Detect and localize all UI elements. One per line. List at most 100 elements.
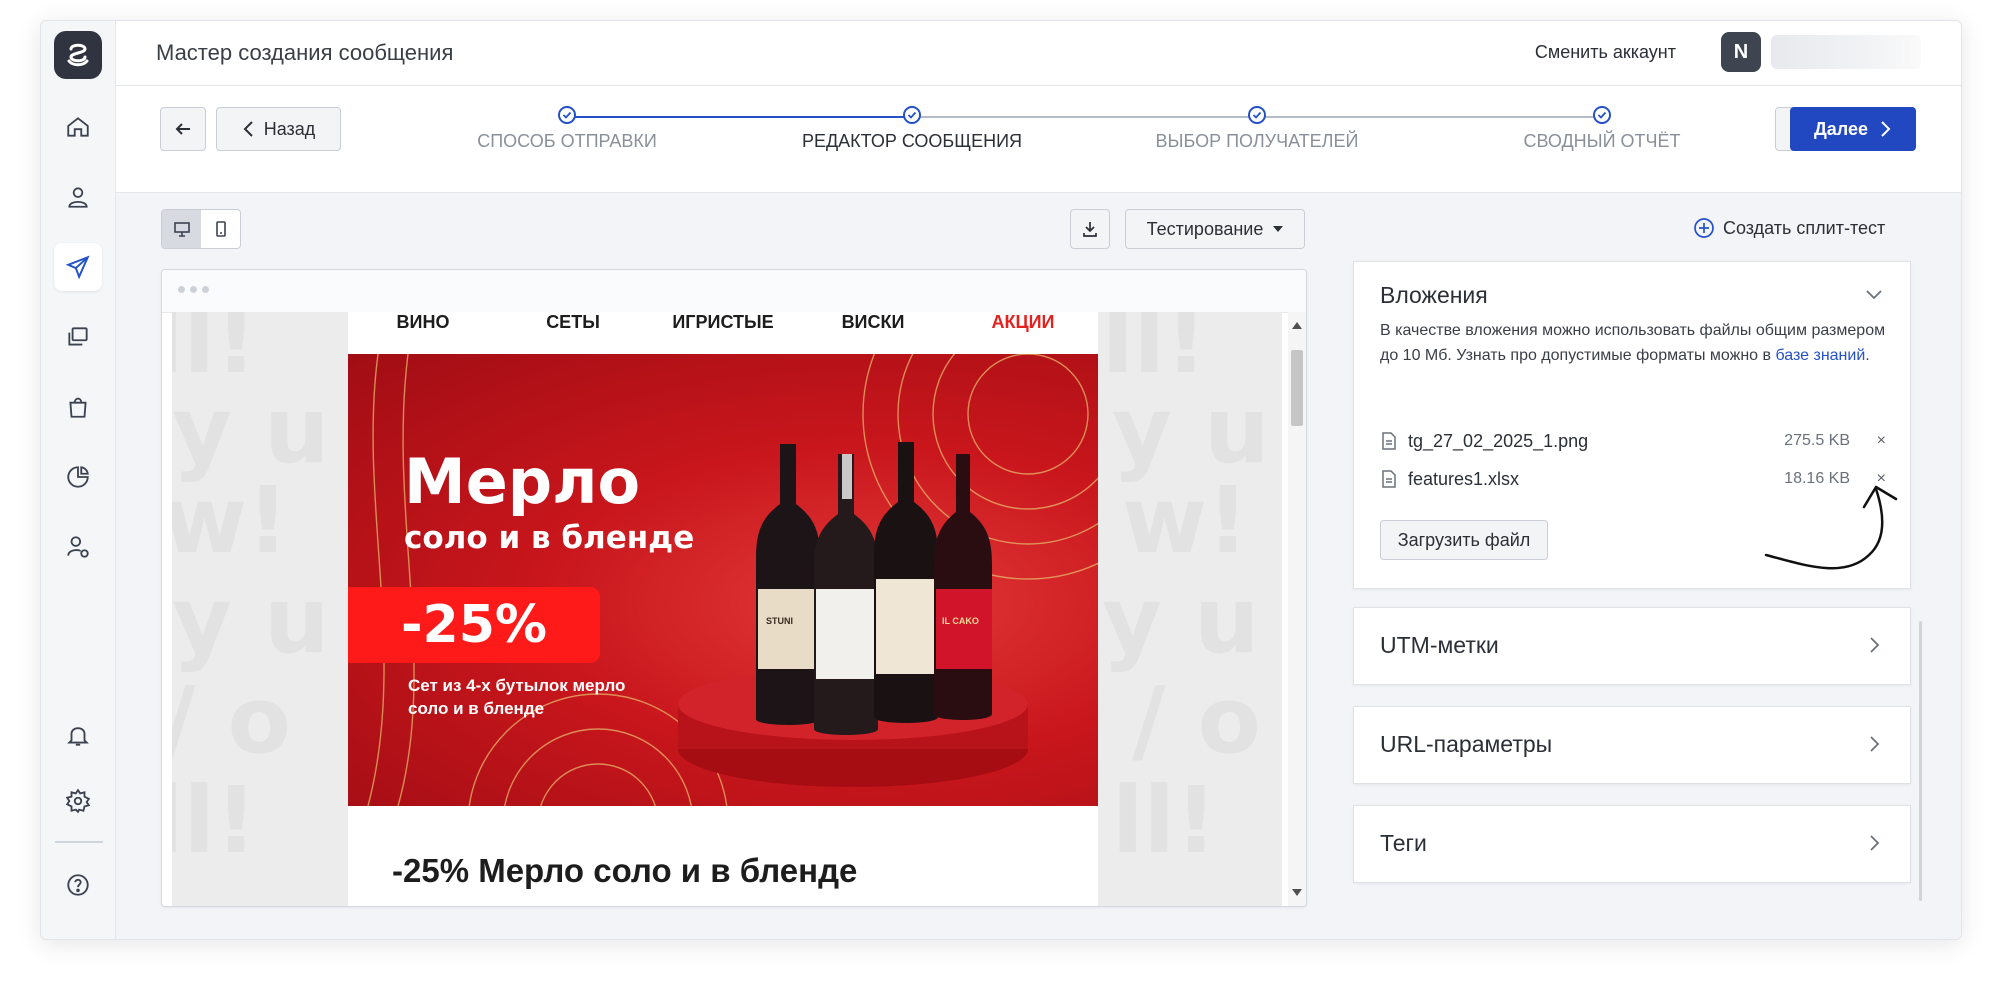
svg-text:y u: y u	[172, 567, 330, 674]
tags-panel[interactable]: Теги	[1353, 805, 1911, 883]
create-split-test-label: Создать сплит-тест	[1723, 217, 1886, 238]
shop-icon[interactable]	[54, 383, 102, 431]
knowledge-base-link[interactable]: базе знаний	[1775, 347, 1865, 364]
arrow-left-icon	[175, 123, 190, 135]
svg-text:w!: w!	[1122, 467, 1249, 574]
svg-text:w!: w!	[172, 467, 289, 574]
app-window: Мастер создания сообщения Сменить аккаун…	[40, 20, 1962, 940]
back-arrow-button[interactable]	[160, 107, 206, 151]
next-button[interactable]: Далее	[1790, 107, 1916, 151]
chevron-left-icon	[243, 121, 253, 137]
scroll-thumb[interactable]	[1291, 350, 1303, 426]
back-button-label: Назад	[263, 118, 316, 139]
svg-text:ll!: ll!	[172, 767, 257, 874]
email-content: ВИНО СЕТЫ ИГРИСТЫЕ ВИСКИ АКЦИИ Мерло сол…	[348, 312, 1098, 906]
file-name: features1.xlsx	[1408, 468, 1520, 489]
url-params-panel[interactable]: URL-параметры	[1353, 706, 1911, 784]
contacts-icon[interactable]	[54, 173, 102, 221]
bottle-label-1: STUNI	[766, 616, 793, 626]
step-dot-2[interactable]	[903, 106, 921, 124]
bottle-label-4: IL CAKO	[942, 616, 979, 626]
user-settings-icon[interactable]	[54, 523, 102, 571]
sidebar-divider	[55, 841, 103, 843]
banner-decoration	[367, 354, 1098, 806]
step-label-sending-method[interactable]: СПОСОБ ОТПРАВКИ	[477, 131, 657, 152]
file-icon	[1382, 432, 1396, 450]
scroll-down-arrow[interactable]	[1292, 889, 1302, 896]
remove-file-button[interactable]: ×	[1877, 432, 1886, 450]
blurred-user-name	[1771, 35, 1921, 69]
chevron-right-icon	[1881, 121, 1891, 137]
svg-text:y u: y u	[1102, 567, 1260, 674]
attachments-title[interactable]: Вложения	[1380, 282, 1488, 309]
email-heading: -25% Мерло соло и в бленде	[392, 852, 858, 889]
step-label-recipients[interactable]: ВЫБОР ПОЛУЧАТЕЛЕЙ	[1156, 131, 1359, 152]
file-name: tg_27_02_2025_1.png	[1408, 430, 1589, 451]
bell-icon[interactable]	[54, 711, 102, 759]
check-icon	[907, 111, 917, 119]
email-menu: ВИНО СЕТЫ ИГРИСТЫЕ ВИСКИ АКЦИИ	[348, 312, 1098, 354]
preview-dots	[178, 286, 209, 293]
email-menu-sparkling[interactable]: ИГРИСТЫЕ	[648, 312, 798, 354]
utm-title: UTM-метки	[1380, 632, 1499, 658]
send-icon[interactable]	[54, 243, 102, 291]
testing-dropdown-label: Тестирование	[1146, 218, 1264, 239]
plus-circle-icon	[1694, 218, 1714, 238]
templates-icon[interactable]	[54, 313, 102, 361]
analytics-icon[interactable]	[54, 453, 102, 501]
banner-subtitle: соло и в бленде	[404, 520, 695, 556]
upload-file-button[interactable]: Загрузить файл	[1380, 520, 1548, 560]
svg-text:/ o: / o	[1132, 667, 1261, 774]
utm-panel[interactable]: UTM-метки	[1353, 607, 1911, 685]
page-title: Мастер создания сообщения	[156, 40, 454, 65]
step-connector-2	[912, 116, 1257, 118]
create-split-test-button[interactable]: Создать сплит-тест	[1693, 217, 1885, 239]
panel-scrollbar[interactable]	[1919, 621, 1922, 901]
sidebar	[41, 21, 116, 939]
email-menu-wine[interactable]: ВИНО	[348, 312, 498, 354]
step-dot-3[interactable]	[1248, 106, 1266, 124]
step-label-summary[interactable]: СВОДНЫЙ ОТЧЁТ	[1523, 131, 1680, 152]
file-row: tg_27_02_2025_1.png 275.5 KB ×	[1380, 426, 1890, 456]
mobile-icon	[215, 221, 226, 237]
tags-title: Теги	[1380, 830, 1427, 856]
home-icon[interactable]	[54, 103, 102, 151]
top-bar: Мастер создания сообщения Сменить аккаун…	[116, 21, 1961, 86]
email-preview: ll!ll! y uy u w!w! y uy u / o/ o ll!ll! …	[161, 269, 1307, 907]
avatar[interactable]: N	[1721, 32, 1761, 72]
step-label-message-editor[interactable]: РЕДАКТОР СООБЩЕНИЯ	[802, 131, 1022, 152]
check-icon	[1597, 111, 1607, 119]
email-menu-whisky[interactable]: ВИСКИ	[798, 312, 948, 354]
banner-title: Мерло	[404, 445, 641, 518]
svg-text:/ o: / o	[172, 667, 291, 774]
mobile-view-toggle[interactable]	[201, 210, 240, 248]
gear-icon[interactable]	[54, 777, 102, 825]
step-dot-1[interactable]	[558, 106, 576, 124]
preview-scrollbar[interactable]	[1288, 312, 1306, 906]
chevron-right-icon	[1864, 833, 1884, 858]
testing-dropdown[interactable]: Тестирование	[1125, 209, 1305, 249]
back-button[interactable]: Назад	[216, 107, 341, 151]
desktop-icon	[173, 222, 190, 237]
check-icon	[562, 111, 572, 119]
caret-down-icon	[1273, 226, 1284, 232]
email-menu-sale[interactable]: АКЦИИ	[948, 312, 1098, 354]
banner-note: Сет из 4-х бутылок мерло соло и в бленде	[408, 676, 626, 718]
next-button-label: Далее	[1813, 118, 1869, 139]
download-button[interactable]	[1070, 209, 1110, 249]
switch-account-link[interactable]: Сменить аккаунт	[1535, 42, 1676, 63]
scroll-up-arrow[interactable]	[1292, 322, 1302, 329]
chevron-down-icon[interactable]	[1864, 284, 1884, 309]
logo-icon[interactable]	[54, 31, 102, 79]
chevron-right-icon	[1864, 734, 1884, 759]
desktop-view-toggle[interactable]	[162, 210, 201, 248]
help-icon[interactable]	[54, 861, 102, 909]
banner-discount-badge: -25%	[348, 587, 600, 663]
email-menu-sets[interactable]: СЕТЫ	[498, 312, 648, 354]
file-size: 275.5 KB	[1784, 432, 1850, 449]
promo-banner[interactable]: Мерло соло и в бленде -25% Сет из 4-х бу…	[348, 354, 1098, 806]
step-connector-1	[567, 116, 912, 118]
url-params-title: URL-параметры	[1380, 731, 1553, 757]
step-dot-4[interactable]	[1593, 106, 1611, 124]
preview-body[interactable]: ll!ll! y uy u w!w! y uy u / o/ o ll!ll! …	[172, 312, 1282, 906]
